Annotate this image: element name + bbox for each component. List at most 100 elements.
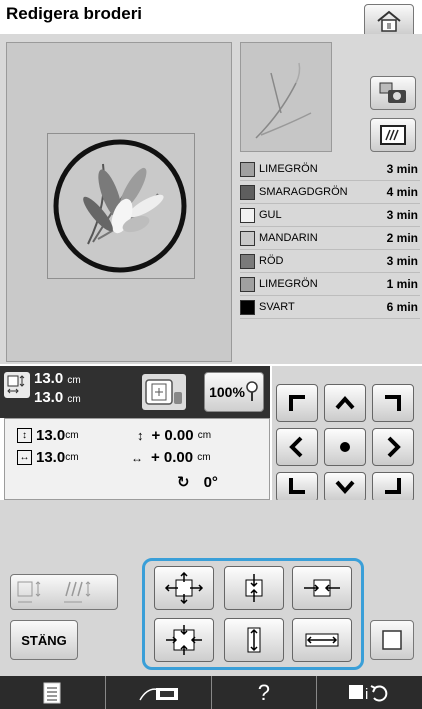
shrink-height-button[interactable] (224, 566, 284, 610)
enlarge-proportional-button[interactable] (154, 566, 214, 610)
move-center-button[interactable] (324, 428, 366, 466)
width-value: 13.0 (36, 449, 66, 466)
resize-vertical-in-icon (245, 574, 263, 602)
thread-color-time: 6 min (386, 300, 418, 314)
unit-label: cm (67, 394, 81, 405)
scan-camera-button[interactable] (370, 76, 416, 110)
frame-shape-button[interactable] (370, 620, 414, 660)
move-down-left-button[interactable] (276, 472, 318, 502)
settings-info-icon: i (348, 684, 387, 703)
svg-text:i: i (365, 686, 368, 703)
thread-color-list: LIMEGRÖN 3 min SMARAGDGRÖN 4 min GUL 3 m… (240, 158, 420, 319)
resize-all-out-icon (166, 625, 202, 655)
thread-swatch (240, 230, 255, 246)
page-title: Redigera broderi (6, 4, 143, 23)
horizontal-offset-info: ↔ + 0.00 cm (131, 449, 211, 466)
height-icon: ↕ (17, 428, 32, 443)
thread-swatch (240, 253, 255, 269)
zoom-button[interactable]: 100% (204, 372, 264, 412)
enlarge-height-button[interactable] (224, 618, 284, 662)
unit-label: cm (65, 452, 79, 463)
resize-vertical-out-icon (247, 627, 261, 653)
move-up-left-button[interactable] (276, 384, 318, 422)
pattern-size-bar: 13.0 cm 13.0 cm 100% (0, 366, 270, 418)
resize-all-icon (164, 572, 204, 604)
thread-color-time: 3 min (386, 162, 418, 176)
unit-label: cm (197, 452, 211, 463)
chevron-right-icon (387, 436, 401, 458)
square-outline-icon (382, 630, 402, 650)
move-up-right-button[interactable] (372, 384, 414, 422)
help-icon: ? (257, 679, 270, 705)
size-height: 13.0 (34, 370, 64, 387)
chevron-left-icon (289, 436, 303, 458)
thread-color-time: 3 min (386, 254, 418, 268)
width-icon: ↔ (17, 450, 32, 465)
embroidery-hoop-area[interactable] (6, 42, 232, 362)
list-item: GUL 3 min (240, 204, 420, 227)
corner-up-left-icon (289, 395, 305, 411)
thread-color-time: 4 min (386, 185, 418, 199)
move-down-button[interactable] (324, 472, 366, 502)
list-item: RÖD 3 min (240, 250, 420, 273)
thread-color-name: MANDARIN (259, 232, 318, 244)
move-up-button[interactable] (324, 384, 366, 422)
move-left-button[interactable] (276, 428, 318, 466)
reduce-proportional-button[interactable] (154, 618, 214, 662)
help-button[interactable]: ? (212, 676, 318, 709)
size-values: 13.0 cm 13.0 cm (34, 370, 81, 408)
thread-color-name: SMARAGDGRÖN (259, 186, 348, 198)
list-item: LIMEGRÖN 1 min (240, 273, 420, 296)
thread-view-button[interactable] (370, 118, 416, 152)
chevron-down-icon (335, 480, 355, 495)
bottom-toolbar: ? i (0, 676, 422, 709)
thread-color-time: 3 min (386, 208, 418, 222)
home-icon (377, 10, 401, 32)
list-item: SVART 6 min (240, 296, 420, 319)
edit-area: LIMEGRÖN 3 min SMARAGDGRÖN 4 min GUL 3 m… (0, 34, 422, 364)
height-value: 13.0 (36, 427, 66, 444)
resize-horizontal-in-icon (304, 579, 340, 597)
vertical-offset-info: ↕ + 0.00 cm (137, 427, 211, 444)
move-arrow-pad (272, 366, 422, 502)
size-icon (4, 372, 30, 398)
zoom-level: 100% (209, 384, 245, 400)
preview-sketch-icon (255, 62, 312, 139)
pattern-info-panel: ↕ 13.0 cm ↔ 13.0 cm ↕ + 0.00 cm ↔ + 0.00 c… (4, 418, 270, 500)
chevron-up-icon (335, 395, 355, 410)
horizontal-offset-value: + 0.00 (151, 449, 194, 466)
thread-color-name: GUL (259, 209, 282, 221)
menu-button[interactable] (0, 676, 106, 709)
thread-color-name: LIMEGRÖN (259, 278, 318, 290)
needle-threading-button[interactable] (106, 676, 212, 709)
list-item: LIMEGRÖN 3 min (240, 158, 420, 181)
home-button[interactable] (364, 4, 414, 38)
thread-color-name: LIMEGRÖN (259, 163, 318, 175)
close-button[interactable]: STÄNG (10, 620, 78, 660)
corner-down-right-icon (385, 478, 401, 494)
document-icon (43, 682, 61, 703)
pattern-preview (240, 42, 332, 152)
density-size-button[interactable] (10, 574, 118, 610)
rotation-info: ↻ 0° (177, 473, 218, 492)
flower-pattern-icon (53, 139, 187, 273)
move-right-button[interactable] (372, 428, 414, 466)
corner-down-left-icon (289, 478, 305, 494)
shrink-width-button[interactable] (292, 566, 352, 610)
settings-info-button[interactable]: i (317, 676, 422, 709)
close-button-label: STÄNG (21, 632, 67, 648)
thread-swatch (240, 207, 255, 223)
thread-swatch (240, 161, 255, 177)
corner-up-right-icon (385, 395, 401, 411)
hoop-frame-icon (142, 374, 186, 410)
thread-swatch (240, 299, 255, 315)
embroidery-pattern[interactable] (47, 133, 195, 279)
vertical-offset-value: + 0.00 (151, 427, 194, 444)
thread-color-time: 1 min (386, 277, 418, 291)
move-down-right-button[interactable] (372, 472, 414, 502)
enlarge-width-button[interactable] (292, 618, 352, 662)
thread-swatch (240, 276, 255, 292)
stitch-view-icon (380, 125, 406, 145)
thread-color-name: RÖD (259, 255, 284, 267)
rotation-value: 0° (203, 473, 218, 491)
